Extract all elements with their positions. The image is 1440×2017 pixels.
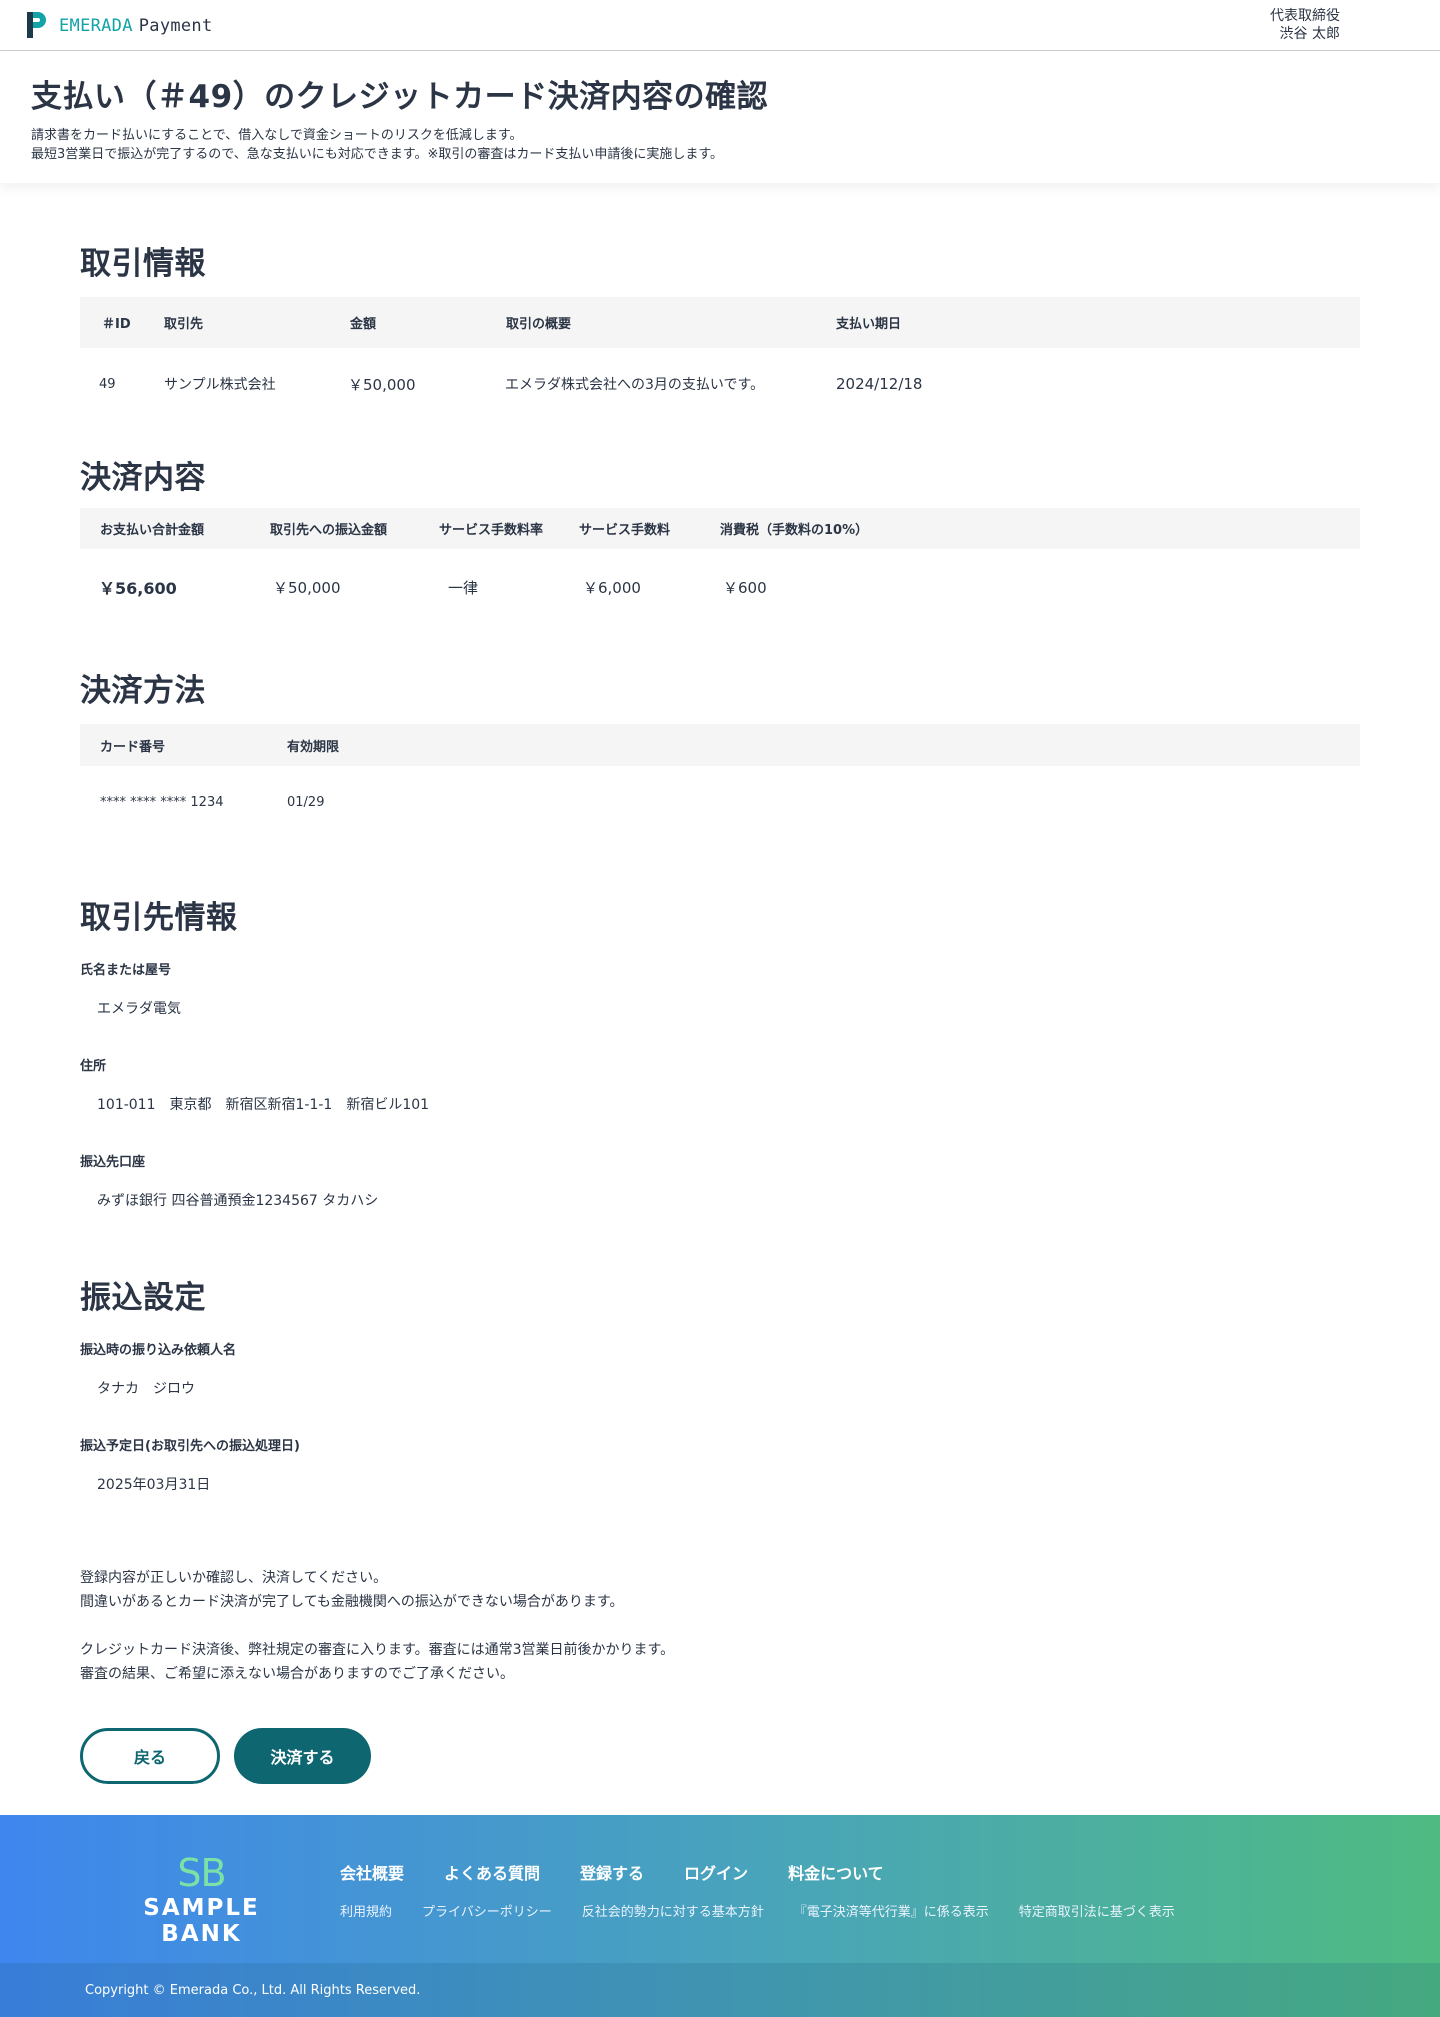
field-value: エメラダ電気 <box>97 1001 181 1017</box>
copyright-text: Copyright © Emerada Co., Ltd. All Rights… <box>85 1982 421 1998</box>
footer-link-epayment-notice[interactable]: 『電子決済等代行業』に係る表示 <box>794 1901 989 1920</box>
section-title: 決済内容 <box>80 460 206 496</box>
page-description: 請求書をカード払いにすることで、借入なしで資金ショートのリスクを低減します。 最… <box>31 126 1409 164</box>
brand-name: EMERADA <box>59 15 133 36</box>
table-header: お支払い合計金額 取引先への振込金額 サービス手数料率 サービス手数料 消費税（… <box>80 508 1360 549</box>
section-title: 決済方法 <box>80 673 206 709</box>
main-content: 取引情報 ＃ID 取引先 金額 取引の概要 支払い期日 49 サンプル株式会社 … <box>0 238 1440 1784</box>
notes-line: 審査の結果、ご希望に添えない場合がありますのでご了承ください。 <box>80 1666 514 1682</box>
footer-link-company[interactable]: 会社概要 <box>340 1860 404 1884</box>
notes-line: 登録内容が正しいか確認し、決済してください。 <box>80 1570 388 1586</box>
copyright-bar: Copyright © Emerada Co., Ltd. All Rights… <box>0 1963 1440 2017</box>
footer-link-privacy[interactable]: プライバシーポリシー <box>422 1901 552 1920</box>
table-row: ￥56,600 ￥50,000 一律 ￥6,000 ￥600 <box>80 549 1360 625</box>
column-header-fee: サービス手数料 <box>579 523 671 538</box>
footer-link-terms[interactable]: 利用規約 <box>340 1901 392 1920</box>
footer-logo[interactable]: SB SAMPLE BANK <box>110 1853 293 1947</box>
column-header-card-number: カード番号 <box>100 739 166 755</box>
footer-link-pricing[interactable]: 料金について <box>788 1860 884 1884</box>
back-button[interactable]: 戻る <box>80 1728 220 1784</box>
user-menu[interactable]: 代表取締役 渋谷 太郎 <box>1270 7 1340 43</box>
requester-name-field: 振込時の振り込み依頼人名 タナカ ジロウ <box>80 1339 1360 1398</box>
cell-transfer-amount: ￥50,000 <box>273 578 341 597</box>
cell-amount: ￥50,000 <box>348 375 416 394</box>
cell-fee: ￥6,000 <box>583 578 641 597</box>
cell-fee-rate: 一律 <box>448 578 479 597</box>
product-name: Payment <box>138 15 213 36</box>
column-header-fee-rate: サービス手数料率 <box>439 523 544 538</box>
field-value: 101-011 東京都 新宿区新宿1-1-1 新宿ビル101 <box>97 1097 430 1113</box>
field-label: 振込予定日(お取引先への振込処理日) <box>80 1439 300 1454</box>
column-header-transfer-amount: 取引先への振込金額 <box>270 523 388 538</box>
column-header-due-date: 支払い期日 <box>836 317 902 332</box>
page-title: 支払い（＃49）のクレジットカード決済内容の確認 <box>31 79 769 115</box>
column-header-partner: 取引先 <box>164 317 204 332</box>
page-description-line: 請求書をカード払いにすることで、借入なしで資金ショートのリスクを低減します。 <box>31 128 523 143</box>
table-row[interactable]: 49 サンプル株式会社 ￥50,000 エメラダ株式会社への3月の支払いです。 … <box>80 348 1360 420</box>
sample-bank-logo-icon: SB <box>177 1851 226 1895</box>
cell-tax: ￥600 <box>723 578 767 597</box>
partner-name-field: 氏名または屋号 エメラダ電気 <box>80 959 1360 1018</box>
footer-link-login[interactable]: ログイン <box>684 1860 748 1884</box>
partner-section: 取引先情報 氏名または屋号 エメラダ電気 住所 101-011 東京都 新宿区新… <box>80 892 1360 1210</box>
notes-line: クレジットカード決済後、弊社規定の審査に入ります。審査には通常3営業日前後かかり… <box>80 1642 675 1658</box>
emerada-logo-icon <box>27 12 46 38</box>
footer-main-nav: 会社概要 よくある質問 登録する ログイン 料金について <box>340 1860 924 1884</box>
table-header: カード番号 有効期限 <box>80 724 1360 766</box>
cell-total: ￥56,600 <box>99 579 177 598</box>
payment-section: 決済内容 お支払い合計金額 取引先への振込金額 サービス手数料率 サービス手数料… <box>80 452 1360 625</box>
section-title: 振込設定 <box>80 1280 206 1316</box>
column-header-summary: 取引の概要 <box>506 317 572 332</box>
cell-due-date: 2024/12/18 <box>836 375 923 393</box>
footer-link-antisocial-policy[interactable]: 反社会的勢力に対する基本方針 <box>582 1901 764 1920</box>
table-header: ＃ID 取引先 金額 取引の概要 支払い期日 <box>80 297 1360 348</box>
column-header-tax: 消費税（手数料の10%） <box>720 523 869 538</box>
transfer-date-field: 振込予定日(お取引先への振込処理日) 2025年03月31日 <box>80 1435 1360 1494</box>
pay-button[interactable]: 決済する <box>234 1728 371 1784</box>
footer-link-faq[interactable]: よくある質問 <box>444 1860 540 1884</box>
field-label: 氏名または屋号 <box>80 963 172 978</box>
user-role: 代表取締役 <box>1270 8 1340 24</box>
section-title: 取引先情報 <box>80 900 238 936</box>
cell-card-number: **** **** **** 1234 <box>100 794 224 810</box>
confirmation-notes: 登録内容が正しいか確認し、決済してください。 間違いがあるとカード決済が完了して… <box>80 1566 1360 1686</box>
top-bar: EMERADA Payment 代表取締役 渋谷 太郎 <box>0 0 1440 51</box>
app-logo[interactable]: EMERADA Payment <box>24 10 213 40</box>
user-name: 渋谷 太郎 <box>1279 26 1340 42</box>
footer-link-commercial-law[interactable]: 特定商取引法に基づく表示 <box>1019 1901 1175 1920</box>
transfer-settings-section: 振込設定 振込時の振り込み依頼人名 タナカ ジロウ 振込予定日(お取引先への振込… <box>80 1272 1360 1494</box>
column-header-amount: 金額 <box>350 317 377 332</box>
payment-method-section: 決済方法 カード番号 有効期限 **** **** **** 1234 01/2… <box>80 665 1360 838</box>
field-value: 2025年03月31日 <box>97 1477 211 1493</box>
footer-link-register[interactable]: 登録する <box>580 1860 644 1884</box>
page-description-line: 最短3営業日で振込が完了するので、急な支払いにも対応できます。※取引の審査はカー… <box>31 147 724 162</box>
transaction-section: 取引情報 ＃ID 取引先 金額 取引の概要 支払い期日 49 サンプル株式会社 … <box>80 238 1360 420</box>
partner-account-field: 振込先口座 みずほ銀行 四谷普通預金1234567 タカハシ <box>80 1151 1360 1210</box>
field-label: 振込時の振り込み依頼人名 <box>80 1343 237 1358</box>
field-value: タナカ ジロウ <box>97 1381 195 1397</box>
field-value: みずほ銀行 四谷普通預金1234567 タカハシ <box>97 1193 379 1209</box>
column-header-id: ＃ID <box>102 317 131 332</box>
notes-line: 間違いがあるとカード決済が完了しても金融機関への振込ができない場合があります。 <box>80 1594 624 1610</box>
cell-partner: サンプル株式会社 <box>164 377 276 393</box>
cell-summary: エメラダ株式会社への3月の支払いです。 <box>505 377 765 393</box>
column-header-expiry: 有効期限 <box>287 739 340 755</box>
table-row: **** **** **** 1234 01/29 <box>80 766 1360 838</box>
partner-address-field: 住所 101-011 東京都 新宿区新宿1-1-1 新宿ビル101 <box>80 1055 1360 1114</box>
page-header: 支払い（＃49）のクレジットカード決済内容の確認 請求書をカード払いにすることで… <box>0 51 1440 183</box>
notes-paragraph: クレジットカード決済後、弊社規定の審査に入ります。審査には通常3営業日前後かかり… <box>80 1638 1360 1686</box>
field-label: 振込先口座 <box>80 1155 146 1170</box>
footer-sub-nav: 利用規約 プライバシーポリシー 反社会的勢力に対する基本方針 『電子決済等代行業… <box>340 1901 1205 1920</box>
cell-expiry: 01/29 <box>287 794 325 810</box>
cell-id: 49 <box>99 376 116 392</box>
column-header-total: お支払い合計金額 <box>100 523 205 538</box>
footer: SB SAMPLE BANK 会社概要 よくある質問 登録する ログイン 料金に… <box>0 1815 1440 2017</box>
notes-paragraph: 登録内容が正しいか確認し、決済してください。 間違いがあるとカード決済が完了して… <box>80 1566 1360 1614</box>
field-label: 住所 <box>80 1059 107 1074</box>
footer-logo-name: SAMPLE BANK <box>143 1895 260 1947</box>
section-title: 取引情報 <box>80 246 206 282</box>
action-buttons: 戻る 決済する <box>80 1728 1360 1784</box>
